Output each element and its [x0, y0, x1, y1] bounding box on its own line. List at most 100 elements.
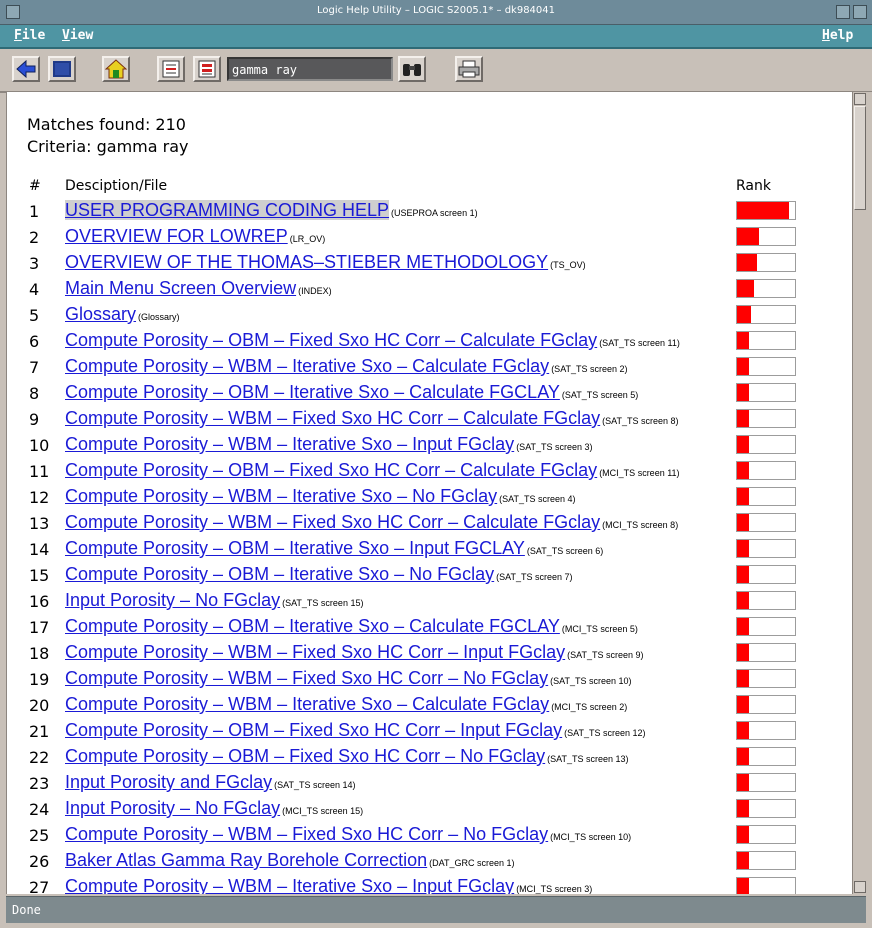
search-summary: Matches found: 210 Criteria: gamma ray [27, 114, 189, 158]
result-file: (SAT_TS screen 2) [551, 364, 628, 374]
menu-file[interactable]: File [14, 28, 45, 43]
rank-bar-fill [737, 254, 758, 271]
result-link[interactable]: Compute Porosity – WBM – Iterative Sxo –… [65, 434, 514, 454]
result-row: 5 Glossary (Glossary) [7, 302, 853, 328]
result-entry: Input Porosity and FGclay (SAT_TS screen … [65, 772, 355, 793]
result-number: 23 [29, 774, 50, 793]
result-link[interactable]: Compute Porosity – OBM – Iterative Sxo –… [65, 616, 560, 636]
previous-topic-button[interactable] [157, 56, 185, 82]
result-link[interactable]: Baker Atlas Gamma Ray Borehole Correctio… [65, 850, 427, 870]
rank-bar-fill [737, 228, 760, 245]
result-row: 6 Compute Porosity – OBM – Fixed Sxo HC C… [7, 328, 853, 354]
result-link[interactable]: Input Porosity – No FGclay [65, 590, 280, 610]
rank-bar [736, 773, 796, 792]
search-input[interactable]: gamma ray [227, 57, 393, 81]
rank-bar [736, 721, 796, 740]
result-number: 21 [29, 722, 50, 741]
result-file: (SAT_TS screen 4) [499, 494, 576, 504]
result-file: (MCI_TS screen 11) [599, 468, 680, 478]
result-file: (INDEX) [298, 286, 332, 296]
result-link[interactable]: Compute Porosity – OBM – Fixed Sxo HC Co… [65, 330, 597, 350]
rank-bar [736, 435, 796, 454]
result-file: (SAT_TS screen 15) [282, 598, 364, 608]
forward-button[interactable] [48, 56, 76, 82]
binoculars-icon [403, 64, 421, 76]
result-link[interactable]: Compute Porosity – OBM – Fixed Sxo HC Co… [65, 460, 597, 480]
maximize-icon[interactable] [853, 5, 867, 19]
scroll-down-arrow-icon[interactable] [854, 881, 866, 893]
back-button[interactable] [12, 56, 40, 82]
result-link[interactable]: Compute Porosity – WBM – Iterative Sxo –… [65, 356, 549, 376]
menu-help[interactable]: Help [822, 28, 853, 43]
result-link[interactable]: Compute Porosity – WBM – Fixed Sxo HC Co… [65, 824, 548, 844]
result-number: 22 [29, 748, 50, 767]
rank-bar [736, 357, 796, 376]
result-entry: Input Porosity – No FGclay (MCI_TS screen… [65, 798, 363, 819]
rank-bar-fill [737, 566, 749, 583]
result-number: 1 [29, 202, 40, 221]
result-entry: Compute Porosity – OBM – Iterative Sxo –… [65, 616, 638, 637]
result-link[interactable]: Input Porosity and FGclay [65, 772, 272, 792]
result-entry: Compute Porosity – OBM – Fixed Sxo HC Co… [65, 460, 680, 481]
result-entry: Compute Porosity – OBM – Iterative Sxo –… [65, 564, 573, 585]
home-icon [105, 59, 127, 79]
rank-bar-fill [737, 696, 749, 713]
result-row: 17 Compute Porosity – OBM – Iterative Sxo… [7, 614, 853, 640]
result-link[interactable]: Compute Porosity – OBM – Iterative Sxo –… [65, 564, 494, 584]
rank-bar-fill [737, 462, 749, 479]
result-link[interactable]: Compute Porosity – WBM – Iterative Sxo –… [65, 694, 549, 714]
rank-bar-fill [737, 384, 749, 401]
result-row: 23 Input Porosity and FGclay (SAT_TS scree… [7, 770, 853, 796]
rank-bar [736, 877, 796, 894]
result-link[interactable]: Compute Porosity – OBM – Fixed Sxo HC Co… [65, 720, 562, 740]
result-row: 13 Compute Porosity – WBM – Fixed Sxo HC … [7, 510, 853, 536]
result-number: 12 [29, 488, 50, 507]
next-topic-button[interactable] [193, 56, 221, 82]
result-entry: Compute Porosity – WBM – Fixed Sxo HC Co… [65, 408, 679, 429]
result-number: 6 [29, 332, 40, 351]
result-row: 7 Compute Porosity – WBM – Iterative Sxo … [7, 354, 853, 380]
result-file: (DAT_GRC screen 1) [429, 858, 515, 868]
result-number: 16 [29, 592, 50, 611]
result-link[interactable]: Compute Porosity – OBM – Iterative Sxo –… [65, 382, 560, 402]
minimize-icon[interactable] [836, 5, 850, 19]
result-entry: Compute Porosity – WBM – Fixed Sxo HC Co… [65, 668, 632, 689]
result-link[interactable]: USER PROGRAMMING CODING HELP [65, 200, 390, 220]
result-link[interactable]: Compute Porosity – WBM – Fixed Sxo HC Co… [65, 642, 565, 662]
result-link[interactable]: Compute Porosity – WBM – Iterative Sxo –… [65, 486, 497, 506]
result-entry: Compute Porosity – OBM – Fixed Sxo HC Co… [65, 720, 646, 741]
result-link[interactable]: Compute Porosity – WBM – Fixed Sxo HC Co… [65, 512, 600, 532]
result-link[interactable]: Compute Porosity – WBM – Fixed Sxo HC Co… [65, 668, 548, 688]
rank-bar-fill [737, 540, 749, 557]
find-button[interactable] [398, 56, 426, 82]
result-entry: Main Menu Screen Overview (INDEX) [65, 278, 332, 299]
result-file: (SAT_TS screen 6) [526, 546, 604, 556]
menubar: File View Help [0, 25, 872, 49]
menu-view[interactable]: View [62, 28, 93, 43]
scroll-thumb[interactable] [854, 106, 866, 210]
result-entry: Baker Atlas Gamma Ray Borehole Correctio… [65, 850, 515, 871]
vertical-scrollbar[interactable] [852, 92, 867, 894]
result-file: (SAT_TS screen 10) [550, 676, 632, 686]
result-file: (SAT_TS screen 9) [567, 650, 644, 660]
result-link[interactable]: Main Menu Screen Overview [65, 278, 296, 298]
scroll-up-arrow-icon[interactable] [854, 93, 866, 105]
result-link[interactable]: Input Porosity – No FGclay [65, 798, 280, 818]
result-number: 25 [29, 826, 50, 845]
rank-bar [736, 227, 796, 246]
result-number: 20 [29, 696, 50, 715]
result-link[interactable]: Glossary [65, 304, 136, 324]
print-button[interactable] [455, 56, 483, 82]
result-entry: Compute Porosity – WBM – Iterative Sxo –… [65, 486, 576, 507]
result-link[interactable]: Compute Porosity – OBM – Iterative Sxo –… [65, 538, 525, 558]
rank-bar [736, 617, 796, 636]
home-button[interactable] [102, 56, 130, 82]
result-link[interactable]: OVERVIEW FOR LOWREP [65, 226, 288, 246]
result-entry: OVERVIEW FOR LOWREP (LR_OV) [65, 226, 325, 247]
result-link[interactable]: Compute Porosity – OBM – Fixed Sxo HC Co… [65, 746, 545, 766]
result-link[interactable]: OVERVIEW OF THE THOMAS–STIEBER METHODOLO… [65, 252, 548, 272]
result-link[interactable]: Compute Porosity – WBM – Fixed Sxo HC Co… [65, 408, 600, 428]
rank-bar [736, 643, 796, 662]
result-row: 14 Compute Porosity – OBM – Iterative Sxo… [7, 536, 853, 562]
result-link[interactable]: Compute Porosity – WBM – Iterative Sxo –… [65, 876, 514, 894]
